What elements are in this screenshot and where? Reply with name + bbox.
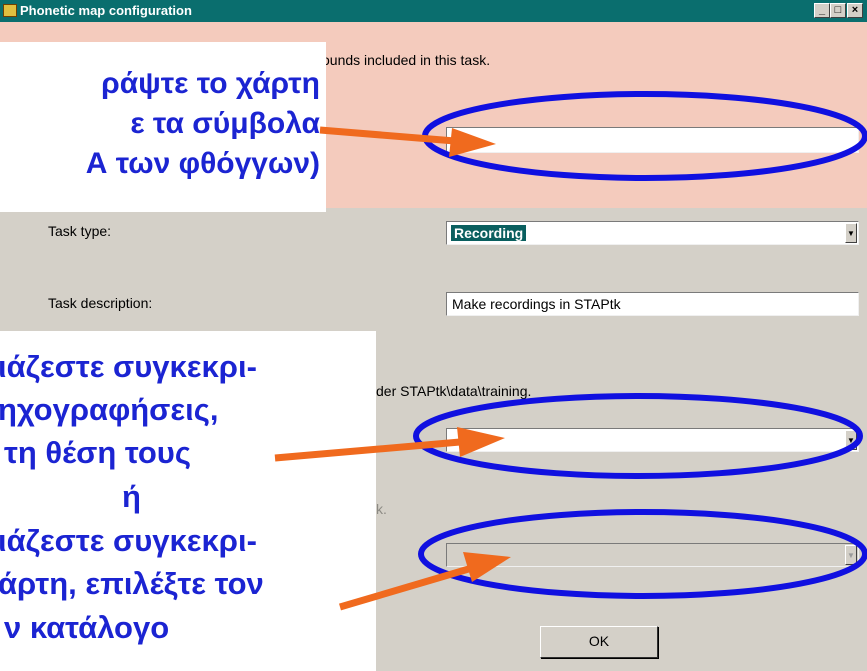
window-title: Phonetic map configuration [20, 3, 192, 18]
task-type-selected-value: Recording [451, 225, 527, 241]
minimize-button[interactable]: _ [814, 3, 830, 18]
chevron-down-icon[interactable]: ▼ [845, 430, 857, 450]
task-type-dropdown[interactable]: Recording ▼ [446, 221, 859, 245]
recordings-location-dropdown[interactable]: ▼ [446, 428, 859, 452]
text-cursor [453, 130, 454, 150]
task-type-label: Task type: [48, 223, 112, 239]
task-description-label: Task description: [48, 295, 153, 311]
ok-button[interactable]: OK [540, 626, 658, 658]
callout-line: άρτη, επιλέξτε τον [0, 566, 264, 601]
callout-line: τη θέση τους [4, 435, 191, 470]
chevron-down-icon: ▼ [845, 545, 857, 565]
callout-line: ιάζεστε συγκεκρι- [0, 523, 257, 558]
phonetic-map-instruction: ounds included in this task. [322, 52, 491, 68]
callout-line: ν κατάλογο [4, 610, 170, 645]
app-icon [3, 4, 17, 17]
chevron-down-icon[interactable]: ▼ [845, 223, 857, 243]
callout-line: ράψτε το χάρτη [101, 67, 320, 100]
close-button[interactable]: × [847, 3, 863, 18]
phonetic-map-input[interactable] [446, 127, 859, 153]
task-description-input[interactable]: Make recordings in STAPtk [446, 292, 859, 316]
callout-recordings: ιάζεστε συγκεκρι- ηχογραφήσεις, τη θέση … [0, 331, 376, 671]
callout-line: ιάζεστε συγκεκρι- [0, 349, 257, 384]
callout-line: Α των φθόγγων) [85, 147, 320, 180]
maximize-button[interactable]: □ [830, 3, 846, 18]
callout-line: ή [122, 479, 141, 514]
callout-phonetic-map: ράψτε το χάρτη ε τα σύμβολα Α των φθόγγω… [0, 42, 326, 212]
phonetic-map-list-dropdown: ▼ [446, 543, 859, 567]
title-bar: Phonetic map configuration _ □ × [0, 0, 867, 22]
training-data-note: der STAPtk\data\training. [376, 383, 532, 399]
callout-line: ε τα σύμβολα [130, 107, 320, 140]
map-selection-note: k. [376, 501, 387, 517]
callout-line: ηχογραφήσεις, [0, 392, 219, 427]
